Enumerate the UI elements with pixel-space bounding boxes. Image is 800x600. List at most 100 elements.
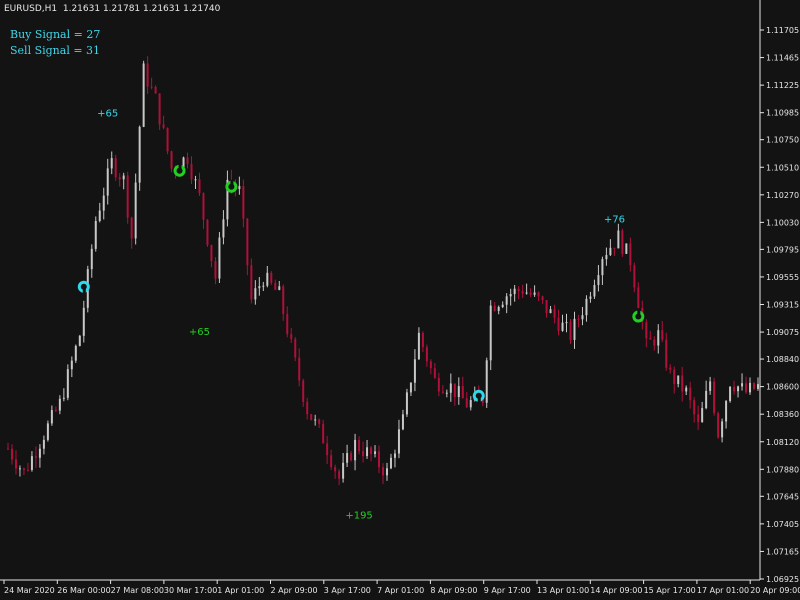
candle-body xyxy=(713,381,716,414)
candle-body xyxy=(278,286,281,290)
candle-body xyxy=(18,468,21,470)
candle-body xyxy=(505,296,508,305)
y-tick-label: 1.10270 xyxy=(766,191,799,200)
candle-body xyxy=(697,414,700,423)
candle-body xyxy=(409,382,412,393)
candle-body xyxy=(709,381,712,391)
candle-body xyxy=(749,382,752,393)
candle-body xyxy=(46,423,49,440)
candle-body xyxy=(449,383,452,393)
candle-body xyxy=(609,247,612,256)
x-tick-label: 1 Apr 01:00 xyxy=(217,586,264,595)
candle-body xyxy=(70,360,73,370)
candle-body xyxy=(533,292,536,295)
candle-body xyxy=(62,397,65,399)
x-tick-label: 8 Apr 09:00 xyxy=(430,586,477,595)
candle-body xyxy=(150,86,153,88)
candle-body xyxy=(561,322,564,331)
candle-body xyxy=(202,193,205,220)
candle-body xyxy=(378,451,381,468)
candle-body xyxy=(102,195,105,211)
y-tick-label: 1.07165 xyxy=(766,547,799,556)
candle-body xyxy=(657,330,660,346)
candle-body xyxy=(681,375,684,392)
candle-body xyxy=(693,400,696,415)
y-tick-label: 1.08120 xyxy=(766,438,799,447)
x-tick-label: 26 Mar 00:00 xyxy=(57,586,110,595)
y-tick-label: 1.09555 xyxy=(766,273,799,282)
candle-body xyxy=(10,448,13,460)
candle-body xyxy=(26,469,29,471)
y-tick-label: 1.08360 xyxy=(766,410,799,419)
candle-body xyxy=(421,332,424,348)
candle-body xyxy=(669,367,672,370)
candle-body xyxy=(274,282,277,290)
candle-body xyxy=(58,398,61,411)
candle-body xyxy=(469,400,472,408)
candle-body xyxy=(290,334,293,339)
y-tick-label: 1.07405 xyxy=(766,520,799,529)
candle-body xyxy=(134,182,137,239)
candle-body xyxy=(725,401,728,422)
candle-body xyxy=(366,447,369,457)
profit-label: +65 xyxy=(189,327,210,338)
candle-body xyxy=(206,219,209,245)
candle-body xyxy=(425,347,428,362)
candle-body xyxy=(429,361,432,369)
x-tick-label: 17 Apr 01:00 xyxy=(697,586,749,595)
candle-body xyxy=(493,305,496,311)
y-tick-label: 1.11465 xyxy=(766,54,799,63)
candle-body xyxy=(354,439,357,461)
buy-signal-icon-notch xyxy=(82,288,86,294)
y-tick-label: 1.10030 xyxy=(766,218,799,227)
chart-window: 1.11705 1.11465 1.11225 1.10985 1.10750 1.105… xyxy=(0,0,800,600)
x-tick-label: 2 Apr 09:00 xyxy=(271,586,318,595)
x-tick-label: 9 Apr 17:00 xyxy=(484,586,531,595)
candle-body xyxy=(437,377,440,392)
candle-body xyxy=(98,210,101,221)
candle-body xyxy=(38,448,41,458)
candle-body xyxy=(262,285,265,287)
candle-body xyxy=(374,451,377,454)
candle-body xyxy=(637,287,640,308)
candle-body xyxy=(397,429,400,454)
chart-header: EURUSD,H1 1.21631 1.21781 1.21631 1.2174… xyxy=(4,4,220,14)
candle-body xyxy=(294,338,297,358)
buy-signal-count: Buy Signal = 27 xyxy=(10,28,101,41)
candle-body xyxy=(82,307,85,336)
x-tick-label: 13 Apr 01:00 xyxy=(537,586,589,595)
candle-body xyxy=(14,459,17,469)
candle-body xyxy=(122,175,125,180)
candle-body xyxy=(218,237,221,279)
candle-body xyxy=(358,439,361,452)
candle-body xyxy=(138,126,141,183)
candle-body xyxy=(565,322,568,324)
candle-body xyxy=(162,124,165,128)
profit-label: +195 xyxy=(345,511,372,522)
candle-body xyxy=(585,298,588,316)
candle-body xyxy=(338,471,341,479)
candle-body xyxy=(433,368,436,378)
candle-body xyxy=(441,391,444,393)
y-tick-label: 1.10750 xyxy=(766,136,799,145)
candle-body xyxy=(266,272,269,286)
candle-body xyxy=(238,186,241,190)
x-tick-label: 7 Apr 01:00 xyxy=(377,586,424,595)
candle-body xyxy=(417,332,420,360)
sell-signal-icon-notch xyxy=(178,163,182,169)
profit-label: +76 xyxy=(604,214,625,225)
candle-body xyxy=(705,390,708,409)
candle-body xyxy=(382,467,384,476)
candle-body xyxy=(126,175,129,218)
y-tick-label: 1.08840 xyxy=(766,355,799,364)
candle-body xyxy=(413,359,416,383)
candle-body xyxy=(158,93,161,125)
candle-body xyxy=(685,387,688,392)
candle-body xyxy=(445,392,448,394)
candle-body xyxy=(597,275,600,286)
candle-body xyxy=(30,456,33,470)
candle-body xyxy=(457,386,460,398)
candle-body xyxy=(306,401,309,415)
candle-body xyxy=(733,386,736,392)
candle-body xyxy=(605,255,608,260)
